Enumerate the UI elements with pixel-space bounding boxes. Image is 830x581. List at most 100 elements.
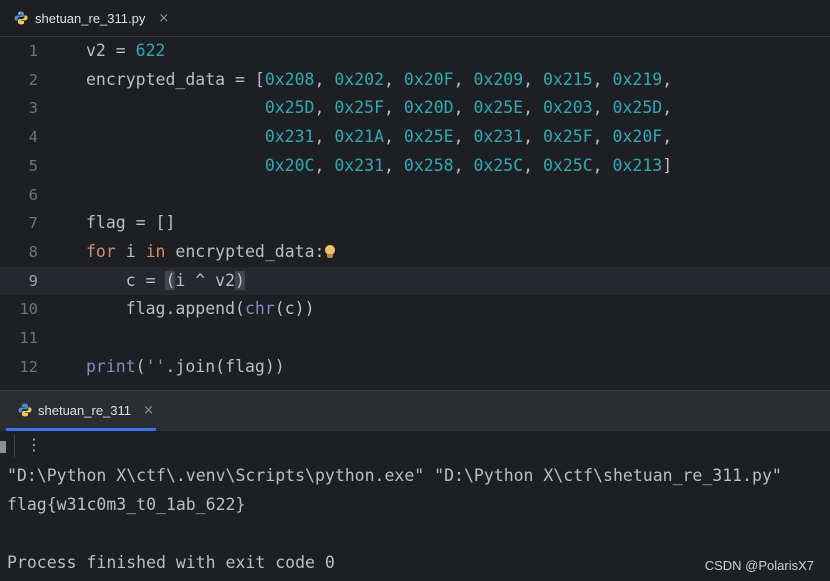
watermark: CSDN @PolarisX7 — [704, 558, 814, 573]
code-line[interactable]: 10 flag.append(chr(c)) — [0, 295, 830, 323]
code-token: 0x219 — [612, 69, 663, 89]
code-token: , — [453, 98, 474, 118]
code-line[interactable]: 3 0x25D, 0x25F, 0x20D, 0x25E, 0x203, 0x2… — [0, 94, 830, 122]
code-line[interactable]: 4 0x231, 0x21A, 0x25E, 0x231, 0x25F, 0x2… — [0, 123, 830, 151]
code-token: , — [453, 69, 474, 89]
code-token: 0x25E — [403, 127, 454, 147]
code-token: 0x20C — [264, 155, 315, 175]
code-token: , — [592, 98, 613, 118]
code-token: flag.append( — [86, 299, 245, 319]
code-token: ] — [662, 155, 673, 175]
python-icon — [18, 403, 32, 417]
code-text: for i in encrypted_data: — [86, 238, 336, 266]
code-token: , — [592, 69, 613, 89]
code-token: .join(flag)) — [165, 356, 285, 376]
code-text: flag = [] — [86, 209, 175, 237]
lightbulb-icon[interactable] — [324, 245, 336, 259]
code-line[interactable]: 1 v2 = 622 — [0, 37, 830, 65]
run-toolbar: ⋮ — [0, 431, 830, 461]
code-token: 0x258 — [403, 155, 454, 175]
code-token: 0x25C — [473, 155, 524, 175]
line-number: 4 — [28, 128, 38, 147]
editor-tab[interactable]: shetuan_re_311.py × — [0, 0, 181, 36]
code-token: 0x25D — [264, 98, 315, 118]
code-line[interactable]: 9 c = (i ^ v2) — [0, 266, 830, 295]
code-token: 0x215 — [543, 69, 593, 89]
code-token: 0x213 — [612, 155, 663, 175]
code-token: , — [592, 127, 613, 147]
close-icon[interactable]: × — [143, 403, 154, 418]
code-line[interactable]: 8 for i in encrypted_data: — [0, 238, 830, 266]
code-text: 0x231, 0x21A, 0x25E, 0x231, 0x25F, 0x20F… — [86, 123, 672, 151]
code-line[interactable]: 5 0x20C, 0x231, 0x258, 0x25C, 0x25C, 0x2… — [0, 152, 830, 180]
line-number: 11 — [19, 329, 38, 347]
code-editor[interactable]: 1 v2 = 622 2 encrypted_data = [0x208, 0x202… — [0, 37, 830, 390]
code-token: (c)) — [274, 299, 315, 319]
code-line[interactable]: 11 — [0, 324, 830, 352]
code-token: ) — [235, 270, 245, 290]
code-token: 0x25E — [473, 98, 524, 118]
code-token: 0x25D — [612, 98, 663, 118]
run-tab-label: shetuan_re_311 — [38, 402, 132, 418]
code-token: , — [384, 98, 404, 118]
code-token: 0x209 — [473, 69, 524, 89]
code-token: 0x20F — [403, 69, 454, 89]
line-number: 7 — [28, 214, 38, 233]
code-token: 0x202 — [334, 69, 385, 89]
code-token: encrypted_data = [ — [86, 69, 265, 89]
code-token: c = — [86, 270, 166, 290]
code-text: 0x20C, 0x231, 0x258, 0x25C, 0x25C, 0x213… — [86, 152, 672, 180]
code-token: 0x25C — [543, 155, 593, 175]
code-token: , — [314, 155, 335, 175]
code-token: , — [523, 155, 543, 175]
code-token: flag = [] — [86, 213, 176, 233]
code-token: , — [384, 127, 404, 147]
code-line[interactable]: 6 — [0, 181, 830, 209]
code-token: '' — [145, 356, 166, 376]
code-token: , — [384, 69, 404, 89]
code-token: , — [523, 127, 543, 147]
code-token: , — [662, 98, 673, 118]
code-token: , — [453, 155, 474, 175]
code-token: , — [662, 69, 673, 89]
code-token: 0x20F — [612, 127, 663, 147]
code-token: 0x231 — [264, 127, 315, 147]
code-token: i ^ v2 — [175, 270, 236, 290]
line-number: 5 — [28, 156, 38, 175]
stop-icon[interactable] — [0, 441, 6, 453]
code-token: , — [384, 155, 404, 175]
code-token: 622 — [135, 41, 166, 60]
code-line[interactable]: 7 flag = [] — [0, 209, 830, 237]
code-token: , — [453, 127, 474, 147]
toolbar-divider — [14, 435, 15, 457]
code-text: flag.append(chr(c)) — [86, 295, 315, 323]
line-number: 3 — [28, 99, 38, 118]
code-token: , — [523, 69, 543, 89]
code-token: ( — [135, 356, 146, 376]
code-token: , — [314, 98, 335, 118]
code-token: i — [115, 241, 146, 261]
line-number: 2 — [28, 70, 38, 89]
line-number: 8 — [28, 242, 38, 261]
run-console[interactable]: "D:\Python X\ctf\.venv\Scripts\python.ex… — [0, 461, 830, 581]
line-number: 12 — [19, 357, 38, 376]
code-token: 0x231 — [334, 155, 385, 175]
more-options-icon[interactable]: ⋮ — [26, 437, 42, 453]
run-tool-window-header: shetuan_re_311 × — [0, 390, 830, 431]
close-icon[interactable]: × — [158, 11, 169, 26]
code-token: ( — [165, 270, 176, 290]
line-number: 6 — [28, 185, 38, 204]
run-tab[interactable]: shetuan_re_311 × — [8, 391, 164, 429]
code-token: 0x231 — [473, 127, 524, 147]
code-token: encrypted_data: — [165, 241, 325, 261]
code-token: , — [314, 69, 335, 89]
code-token: 0x208 — [264, 69, 315, 89]
code-token: , — [314, 127, 335, 147]
editor-tab-label: shetuan_re_311.py — [35, 10, 146, 26]
code-line[interactable]: 2 encrypted_data = [0x208, 0x202, 0x20F, … — [0, 66, 830, 94]
code-line[interactable]: 12 print(''.join(flag)) — [0, 353, 830, 381]
console-line: flag{w31c0m3_t0_1ab_622} — [7, 495, 246, 514]
